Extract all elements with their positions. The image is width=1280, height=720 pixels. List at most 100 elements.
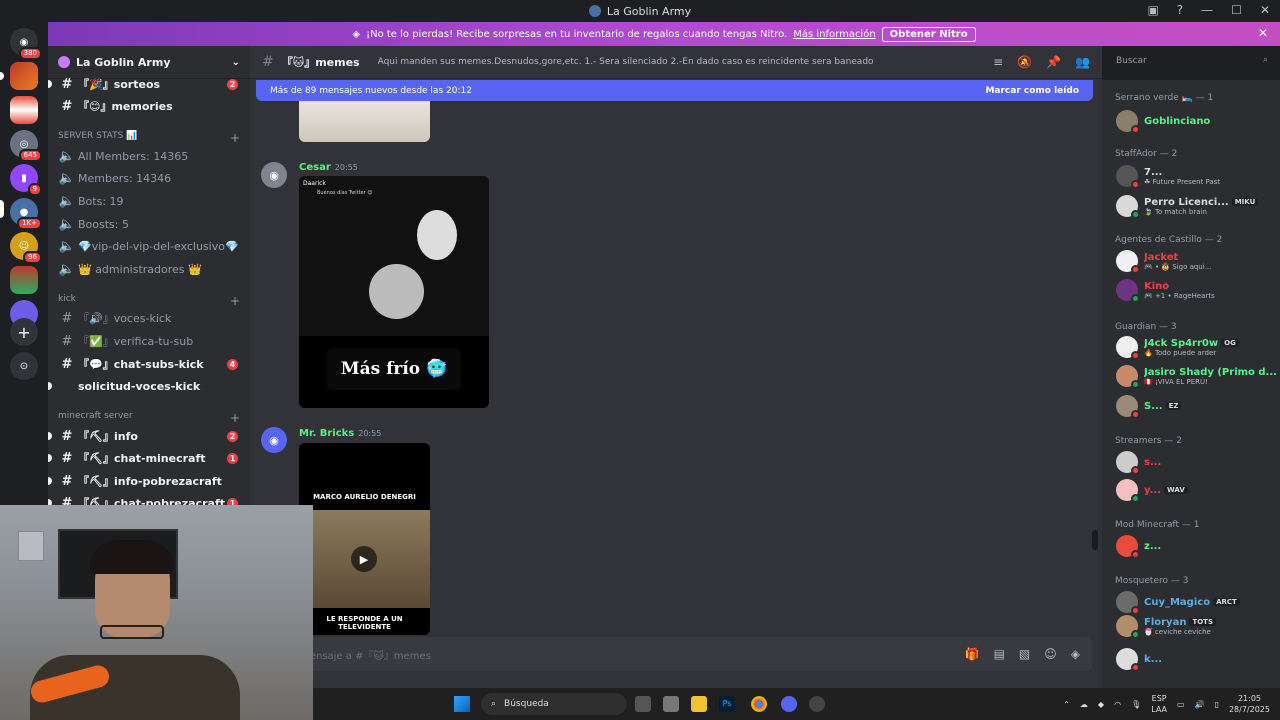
avatar[interactable]: ◉	[261, 162, 287, 188]
voice-channel[interactable]: 🔈 Bots: 19	[48, 191, 250, 211]
add-channel-icon[interactable]: +	[230, 131, 240, 145]
close-icon[interactable]: ✕	[1258, 26, 1268, 40]
guild-icon[interactable]: ☺ 96	[10, 232, 42, 264]
search-input[interactable]: Buscar ⌕	[1110, 52, 1274, 73]
member-item[interactable]: Floryan TOTS 🍧 ceviche ceviche	[1116, 615, 1276, 639]
member-item[interactable]: J4ck Sp4rr0w OG 🔥 Todo puede arder	[1116, 336, 1276, 360]
video-attachment[interactable]: MARCO AURELIO DENEGRI ▶ LE RESPONDE A UN…	[299, 443, 430, 635]
twitch-guild-icon[interactable]: ▮ 9	[10, 164, 42, 196]
video-title-text: MARCO AURELIO DENEGRI	[313, 493, 416, 501]
channel-memories[interactable]: # 『😊』memories	[48, 96, 250, 116]
task-view-icon[interactable]	[635, 696, 651, 712]
close-window-button[interactable]: ✕	[1260, 3, 1270, 17]
member-item[interactable]: Goblinciano	[1116, 110, 1276, 134]
battery-icon[interactable]: ▯	[1215, 700, 1219, 709]
guild-icon[interactable]	[10, 266, 38, 294]
avatar[interactable]: ◉	[261, 427, 287, 453]
member-item[interactable]: Kino 🎮 +1 • RageHearts	[1116, 279, 1276, 303]
emoji-icon[interactable]: ☺	[1044, 647, 1057, 661]
channel-info-pobrezacraft[interactable]: # 『⛏』info-pobrezacraft	[48, 471, 250, 491]
goblin-army-guild-icon[interactable]: ● 1K+	[10, 198, 42, 230]
member-item[interactable]: k...	[1116, 648, 1276, 672]
display-icon[interactable]: ▭	[1177, 700, 1185, 709]
member-item[interactable]: 7... ☘ Future Present Past	[1116, 165, 1276, 189]
voice-channel[interactable]: 🔈 💎vip-del-vip-del-exclusivo💎	[48, 236, 250, 256]
channel-chat-minecraft[interactable]: # 『⛏』chat-minecraft 1	[48, 448, 250, 468]
app-tray-icon[interactable]: ◆	[1098, 700, 1104, 709]
member-list-icon[interactable]: 👥	[1075, 55, 1090, 69]
voice-channel[interactable]: 🔈 👑 administradores 👑	[48, 259, 250, 279]
threads-icon[interactable]: ≡	[993, 55, 1003, 69]
cloud-icon[interactable]: ☁	[1080, 700, 1088, 709]
add-channel-icon[interactable]: +	[230, 411, 240, 425]
apps-icon[interactable]: ◈	[1071, 647, 1080, 661]
channel-topic[interactable]: Aqui manden sus memes.Desnudos,gore,etc.…	[378, 57, 874, 67]
home-discord-icon[interactable]: ◉ 380	[10, 28, 42, 60]
wifi-icon[interactable]: ◠	[1114, 700, 1121, 709]
channel-sorteos[interactable]: # 『🎉』sorteos 2	[48, 74, 250, 94]
voice-channel[interactable]: 🔈 All Members: 14365	[48, 146, 250, 166]
play-icon[interactable]: ▶	[351, 546, 377, 572]
add-server-icon[interactable]: +	[10, 318, 38, 346]
message-author[interactable]: Mr. Bricks 20:55	[299, 428, 381, 439]
category-kick[interactable]: kick +	[58, 294, 240, 308]
maximize-button[interactable]: ☐	[1231, 3, 1242, 17]
guild-icon[interactable]: ◎ 645	[10, 130, 42, 162]
status-indicator	[1131, 380, 1140, 389]
voice-channel[interactable]: 🔈 Boosts: 5	[48, 214, 250, 234]
clock[interactable]: 21:05 28/7/2025	[1229, 693, 1270, 715]
message-author[interactable]: Cesar 20:55	[299, 162, 358, 173]
voice-channel[interactable]: 🔈 Members: 14346	[48, 168, 250, 188]
new-messages-bar[interactable]: Más de 89 mensajes nuevos desde las 20:1…	[256, 80, 1093, 101]
member-item[interactable]: y... WAV	[1116, 479, 1276, 503]
message-input[interactable]: viar mensaje a #『🐱』memes 🎁 ▤ ▧ ☺ ◈	[266, 637, 1092, 671]
chrome-icon[interactable]	[751, 696, 767, 712]
member-item[interactable]: Jasiro Shady (Primo d... 🇵🇪 ¡VIVA EL PERÚ…	[1116, 365, 1276, 389]
add-channel-icon[interactable]: +	[230, 294, 240, 308]
channel-info[interactable]: # 『⛏』info 2	[48, 426, 250, 446]
windows-start-icon[interactable]	[454, 696, 470, 712]
taskbar-search[interactable]: ⌕ Búsqueda	[481, 693, 627, 715]
member-item[interactable]: Cuy_Magico ARCT	[1116, 591, 1276, 615]
mark-as-read-button[interactable]: Marcar como leído	[985, 86, 1079, 96]
app-icon[interactable]	[809, 696, 825, 712]
volume-icon[interactable]: 🔊	[1195, 700, 1205, 709]
get-nitro-button[interactable]: Obtener Nitro	[881, 26, 976, 42]
mic-icon[interactable]: 🎙	[1131, 700, 1141, 709]
language-indicator[interactable]: ESP LAA	[1151, 693, 1167, 715]
photoshop-icon[interactable]: Ps	[719, 696, 735, 712]
scrollbar[interactable]	[1092, 530, 1098, 550]
category-server-stats[interactable]: SERVER STATS 📊 +	[58, 131, 240, 145]
member-item[interactable]: S... EZ	[1116, 395, 1276, 419]
member-item[interactable]: Jacket 🎮 • 🤠 Sigo aqui...	[1116, 250, 1276, 274]
minimize-button[interactable]: —	[1201, 3, 1213, 17]
previous-image[interactable]	[299, 101, 430, 142]
guild-icon[interactable]	[10, 62, 38, 90]
category-minecraft[interactable]: minecraft server +	[58, 411, 240, 425]
channel-solicitud-voces-kick[interactable]: solicitud-voces-kick	[48, 376, 250, 396]
message-timestamp: 20:55	[358, 429, 382, 438]
discord-taskbar-icon[interactable]	[781, 696, 797, 712]
notifications-icon[interactable]: 🔕	[1017, 55, 1032, 69]
status-indicator	[1131, 494, 1140, 503]
image-attachment[interactable]: Daarick Buenos días Twitter 😊 Más frío 🥶	[299, 176, 489, 408]
member-item[interactable]: z...	[1116, 535, 1276, 559]
member-group-title: Mod Minecraft — 1	[1115, 520, 1200, 530]
banner-link[interactable]: Más información	[793, 29, 875, 40]
gift-icon[interactable]: 🎁	[965, 647, 980, 661]
pin-icon[interactable]: 📌	[1046, 55, 1061, 69]
inbox-icon[interactable]: ▣	[1147, 3, 1158, 17]
member-item[interactable]: s...	[1116, 451, 1276, 475]
member-item[interactable]: Perro Licenci... MIKU 🍃 To match brain	[1116, 195, 1276, 219]
channel-voces-kick[interactable]: # 『🔊』voces-kick	[48, 308, 250, 328]
sticker-icon[interactable]: ▧	[1019, 647, 1030, 661]
guild-icon[interactable]	[10, 96, 38, 124]
app-icon[interactable]	[663, 696, 679, 712]
channel-verifica-tu-sub[interactable]: # 『✅』verifica-tu-sub	[48, 331, 250, 351]
gif-icon[interactable]: ▤	[994, 647, 1005, 661]
chevron-up-icon[interactable]: ⌃	[1063, 700, 1070, 709]
help-icon[interactable]: ?	[1177, 3, 1183, 17]
explore-icon[interactable]: ⊙	[10, 352, 38, 380]
file-explorer-icon[interactable]	[691, 696, 707, 712]
channel-chat-subs-kick[interactable]: # 『💬』chat-subs-kick 4	[48, 354, 250, 374]
